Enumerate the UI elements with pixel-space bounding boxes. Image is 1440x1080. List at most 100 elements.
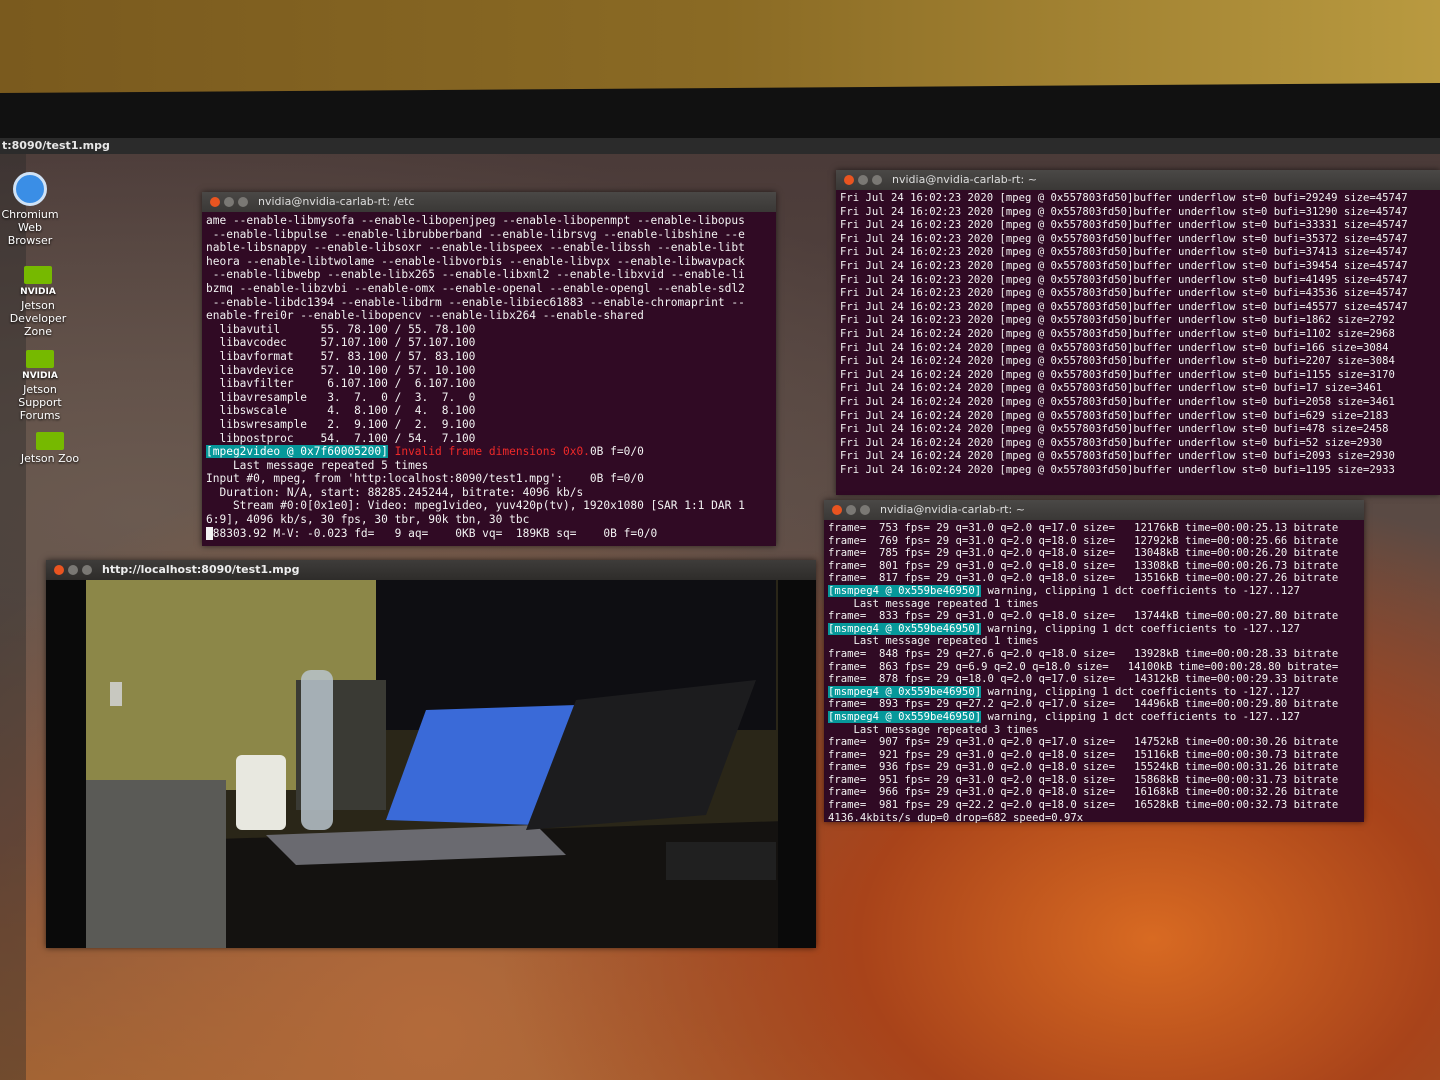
desktop-icon-label: Jetson Zoo (20, 452, 80, 465)
terminal-line: ame --enable-libmysofa --enable-libopenj… (206, 214, 745, 227)
terminal-line: Fri Jul 24 16:02:23 2020 [mpeg @ 0x55780… (840, 232, 1408, 245)
minimize-icon[interactable] (846, 505, 856, 515)
terminal-line: frame= 907 fps= 29 q=31.0 q=2.0 q=17.0 s… (828, 736, 1360, 749)
terminal-output[interactable]: frame= 753 fps= 29 q=31.0 q=2.0 q=17.0 s… (824, 520, 1364, 826)
maximize-icon[interactable] (860, 505, 870, 515)
terminal-line: frame= 817 fps= 29 q=31.0 q=2.0 q=18.0 s… (828, 572, 1360, 585)
terminal-text: warning, clipping 1 dct coefficients to … (981, 584, 1300, 597)
close-icon[interactable] (844, 175, 854, 185)
window-titlebar[interactable]: nvidia@nvidia-carlab-rt: ~ (824, 500, 1364, 520)
minimize-icon[interactable] (68, 565, 78, 575)
video-player-window[interactable]: http://localhost:8090/test1.mpg (46, 560, 816, 948)
terminal-output[interactable]: Fri Jul 24 16:02:23 2020 [mpeg @ 0x55780… (836, 190, 1440, 479)
desktop-icon-jetson-support-forums[interactable]: NVIDIA Jetson Support Forums (5, 350, 75, 422)
terminal-line: libswresample 2. 9.100 / 2. 9.100 (206, 417, 476, 431)
terminal-line: frame= 863 fps= 29 q=6.9 q=2.0 q=18.0 si… (828, 661, 1360, 674)
terminal-window-encoder[interactable]: nvidia@nvidia-carlab-rt: ~ frame= 753 fp… (824, 500, 1364, 824)
terminal-text: frame= 753 fps= 29 q=31.0 q=2.0 q=17.0 s… (828, 522, 1339, 534)
playback-status: 88303.92 M-V: -0.023 fd= 9 aq= 0KB vq= 1… (212, 526, 658, 540)
terminal-window-mpeg-log[interactable]: nvidia@nvidia-carlab-rt: ~ Fri Jul 24 16… (836, 170, 1440, 495)
terminal-cursor (206, 526, 213, 540)
terminal-line: libavdevice 57. 10.100 / 57. 10.100 (206, 363, 476, 377)
terminal-line: Duration: N/A, start: 88285.245244, bitr… (206, 485, 584, 499)
terminal-line: frame= 981 fps= 29 q=22.2 q=2.0 q=18.0 s… (828, 799, 1360, 812)
terminal-line: frame= 936 fps= 29 q=31.0 q=2.0 q=18.0 s… (828, 761, 1360, 774)
terminal-text: frame= 878 fps= 29 q=18.0 q=2.0 q=17.0 s… (828, 673, 1339, 686)
close-icon[interactable] (832, 505, 842, 515)
terminal-line: Fri Jul 24 16:02:23 2020 [mpeg @ 0x55780… (840, 219, 1408, 232)
terminal-line: Fri Jul 24 16:02:24 2020 [mpeg @ 0x55780… (840, 450, 1395, 463)
close-icon[interactable] (210, 197, 220, 207)
desktop-icon-label: Jetson Support Forums (18, 383, 62, 422)
terminal-line: Fri Jul 24 16:02:23 2020 [mpeg @ 0x55780… (840, 192, 1408, 204)
terminal-line: Fri Jul 24 16:02:24 2020 [mpeg @ 0x55780… (840, 327, 1395, 340)
window-titlebar[interactable]: nvidia@nvidia-carlab-rt: ~ (836, 170, 1440, 190)
terminal-line: libswscale 4. 8.100 / 4. 8.100 (206, 404, 476, 418)
chromium-icon (13, 172, 47, 206)
maximize-icon[interactable] (238, 197, 248, 207)
minimize-icon[interactable] (224, 197, 234, 207)
maximize-icon[interactable] (872, 175, 882, 185)
terminal-line: Fri Jul 24 16:02:24 2020 [mpeg @ 0x55780… (840, 382, 1383, 395)
terminal-window-etc[interactable]: nvidia@nvidia-carlab-rt: /etc ame --enab… (202, 192, 776, 546)
terminal-warning-line: [msmpeg4 @ 0x559be46950] warning, clippi… (828, 584, 1360, 598)
terminal-text: warning, clipping 1 dct coefficients to … (981, 710, 1300, 723)
window-titlebar[interactable]: nvidia@nvidia-carlab-rt: /etc (202, 192, 776, 212)
close-icon[interactable] (54, 565, 64, 575)
terminal-text: frame= 863 fps= 29 q=6.9 q=2.0 q=18.0 si… (828, 660, 1339, 673)
terminal-text: frame= 893 fps= 29 q=27.2 q=2.0 q=17.0 s… (828, 698, 1339, 711)
terminal-line: libavformat 57. 83.100 / 57. 83.100 (206, 349, 476, 363)
terminal-line: Fri Jul 24 16:02:23 2020 [mpeg @ 0x55780… (840, 273, 1408, 286)
terminal-line: Input #0, mpeg, from 'http:localhost:809… (206, 472, 644, 486)
terminal-text: frame= 801 fps= 29 q=31.0 q=2.0 q=18.0 s… (828, 559, 1339, 572)
terminal-line: frame= 753 fps= 29 q=31.0 q=2.0 q=17.0 s… (828, 522, 1360, 535)
terminal-line: Fri Jul 24 16:02:23 2020 [mpeg @ 0x55780… (840, 287, 1408, 300)
terminal-text: warning, clipping 1 dct coefficients to … (981, 622, 1300, 635)
terminal-line: frame= 951 fps= 29 q=31.0 q=2.0 q=18.0 s… (828, 774, 1360, 787)
encoder-tag: [msmpeg4 @ 0x559be46950] (828, 710, 982, 723)
encoder-tag: [msmpeg4 @ 0x559be46950] (828, 584, 982, 597)
window-title: nvidia@nvidia-carlab-rt: ~ (880, 503, 1025, 516)
top-panel-title: t:8090/test1.mpg (0, 138, 1440, 154)
window-titlebar[interactable]: http://localhost:8090/test1.mpg (46, 560, 816, 580)
video-frame[interactable] (46, 580, 816, 948)
terminal-line: libavfilter 6.107.100 / 6.107.100 (206, 377, 476, 391)
terminal-text: frame= 833 fps= 29 q=31.0 q=2.0 q=18.0 s… (828, 610, 1339, 623)
desktop-icon-label: Jetson Developer Zone (9, 299, 67, 338)
terminal-line: Fri Jul 24 16:02:23 2020 [mpeg @ 0x55780… (840, 205, 1408, 218)
desktop-icon-jetson-zoo[interactable]: Jetson Zoo (15, 432, 85, 465)
terminal-text: warning, clipping 1 dct coefficients to … (981, 685, 1300, 698)
terminal-status: 0B f=0/0 (589, 445, 644, 459)
terminal-line: frame= 769 fps= 29 q=31.0 q=2.0 q=18.0 s… (828, 535, 1360, 548)
terminal-output[interactable]: ame --enable-libmysofa --enable-libopenj… (202, 212, 776, 542)
terminal-line: Fri Jul 24 16:02:23 2020 [mpeg @ 0x55780… (840, 314, 1395, 327)
terminal-line: Fri Jul 24 16:02:24 2020 [mpeg @ 0x55780… (840, 355, 1395, 368)
nvidia-wordmark: NVIDIA (20, 287, 56, 297)
encoder-tag: [msmpeg4 @ 0x559be46950] (828, 622, 982, 635)
desktop-icon-jetson-developer-zone[interactable]: NVIDIA Jetson Developer Zone (3, 266, 73, 338)
terminal-line: Fri Jul 24 16:02:24 2020 [mpeg @ 0x55780… (840, 423, 1389, 436)
terminal-line: libavcodec 57.107.100 / 57.107.100 (206, 336, 476, 350)
terminal-text: frame= 848 fps= 29 q=27.6 q=2.0 q=18.0 s… (828, 647, 1339, 660)
terminal-text: frame= 921 fps= 29 q=31.0 q=2.0 q=18.0 s… (828, 748, 1339, 761)
desktop-icon-chromium[interactable]: Chromium Web Browser (0, 172, 65, 247)
minimize-icon[interactable] (858, 175, 868, 185)
terminal-line: Fri Jul 24 16:02:24 2020 [mpeg @ 0x55780… (840, 341, 1389, 354)
terminal-text: Last message repeated 1 times (828, 597, 1039, 610)
terminal-text: frame= 966 fps= 29 q=31.0 q=2.0 q=18.0 s… (828, 786, 1339, 799)
nvidia-icon (24, 266, 52, 284)
terminal-line: --enable-libdc1394 --enable-libdrm --ena… (206, 295, 745, 309)
nvidia-wordmark: NVIDIA (22, 371, 58, 381)
terminal-line: frame= 785 fps= 29 q=31.0 q=2.0 q=18.0 s… (828, 547, 1360, 560)
terminal-warning-line: [msmpeg4 @ 0x559be46950] warning, clippi… (828, 685, 1360, 699)
terminal-text: Last message repeated 3 times (828, 723, 1039, 736)
terminal-line: frame= 921 fps= 29 q=31.0 q=2.0 q=18.0 s… (828, 749, 1360, 762)
terminal-line: frame= 893 fps= 29 q=27.2 q=2.0 q=17.0 s… (828, 698, 1360, 711)
desktop-icon-label: Chromium Web Browser (1, 208, 59, 247)
terminal-line: nable-libsnappy --enable-libsoxr --enabl… (206, 241, 745, 255)
maximize-icon[interactable] (82, 565, 92, 575)
terminal-warning-line: [msmpeg4 @ 0x559be46950] warning, clippi… (828, 710, 1360, 724)
terminal-line: --enable-libpulse --enable-librubberband… (206, 227, 745, 241)
terminal-line: Last message repeated 1 times (828, 598, 1360, 611)
terminal-line: 6:9], 4096 kb/s, 30 fps, 30 tbr, 90k tbn… (206, 513, 530, 527)
